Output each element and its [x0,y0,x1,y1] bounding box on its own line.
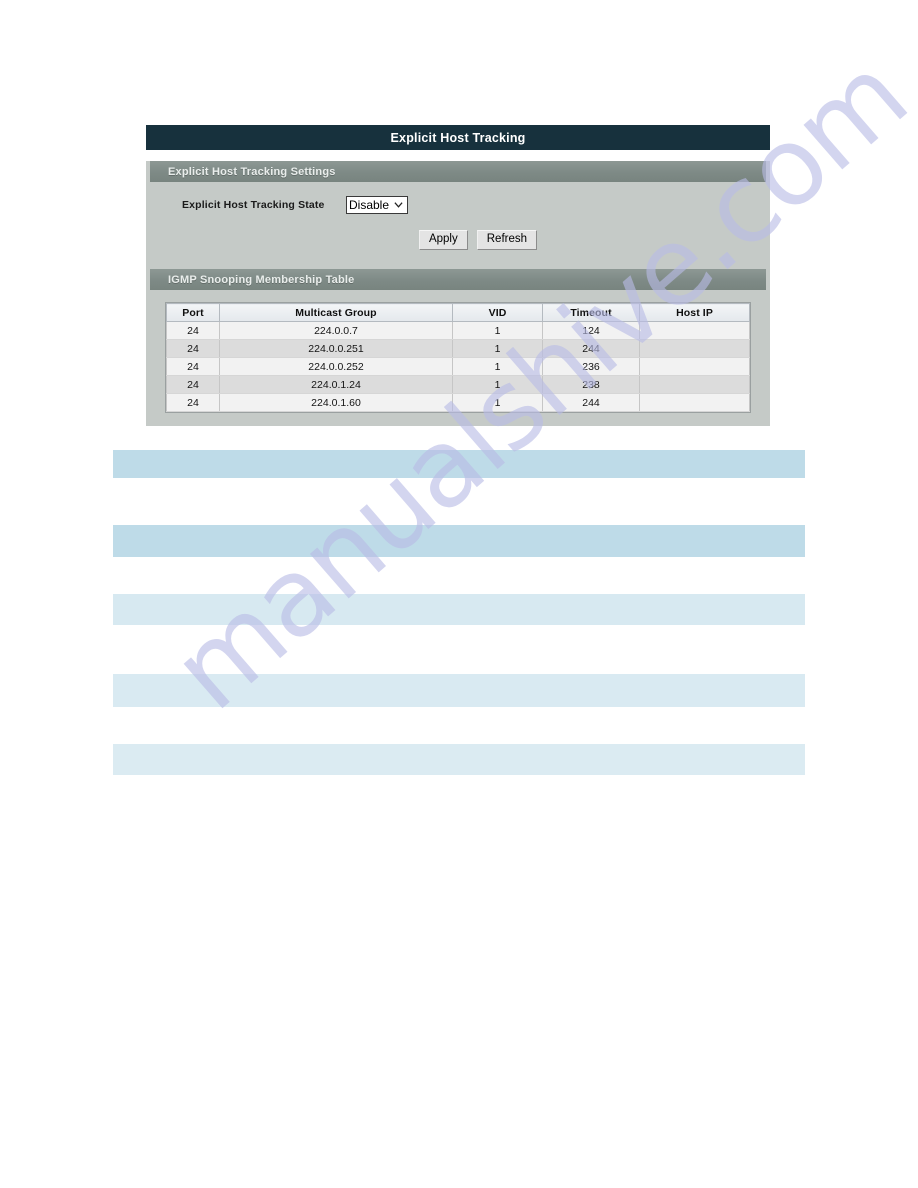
redacted-text-bar [113,744,805,775]
redacted-text-bar [113,450,805,478]
redacted-text-bar [113,674,805,707]
redacted-text-bar [113,525,805,557]
redacted-content-layer [0,0,918,1188]
redacted-text-bar [113,594,805,625]
